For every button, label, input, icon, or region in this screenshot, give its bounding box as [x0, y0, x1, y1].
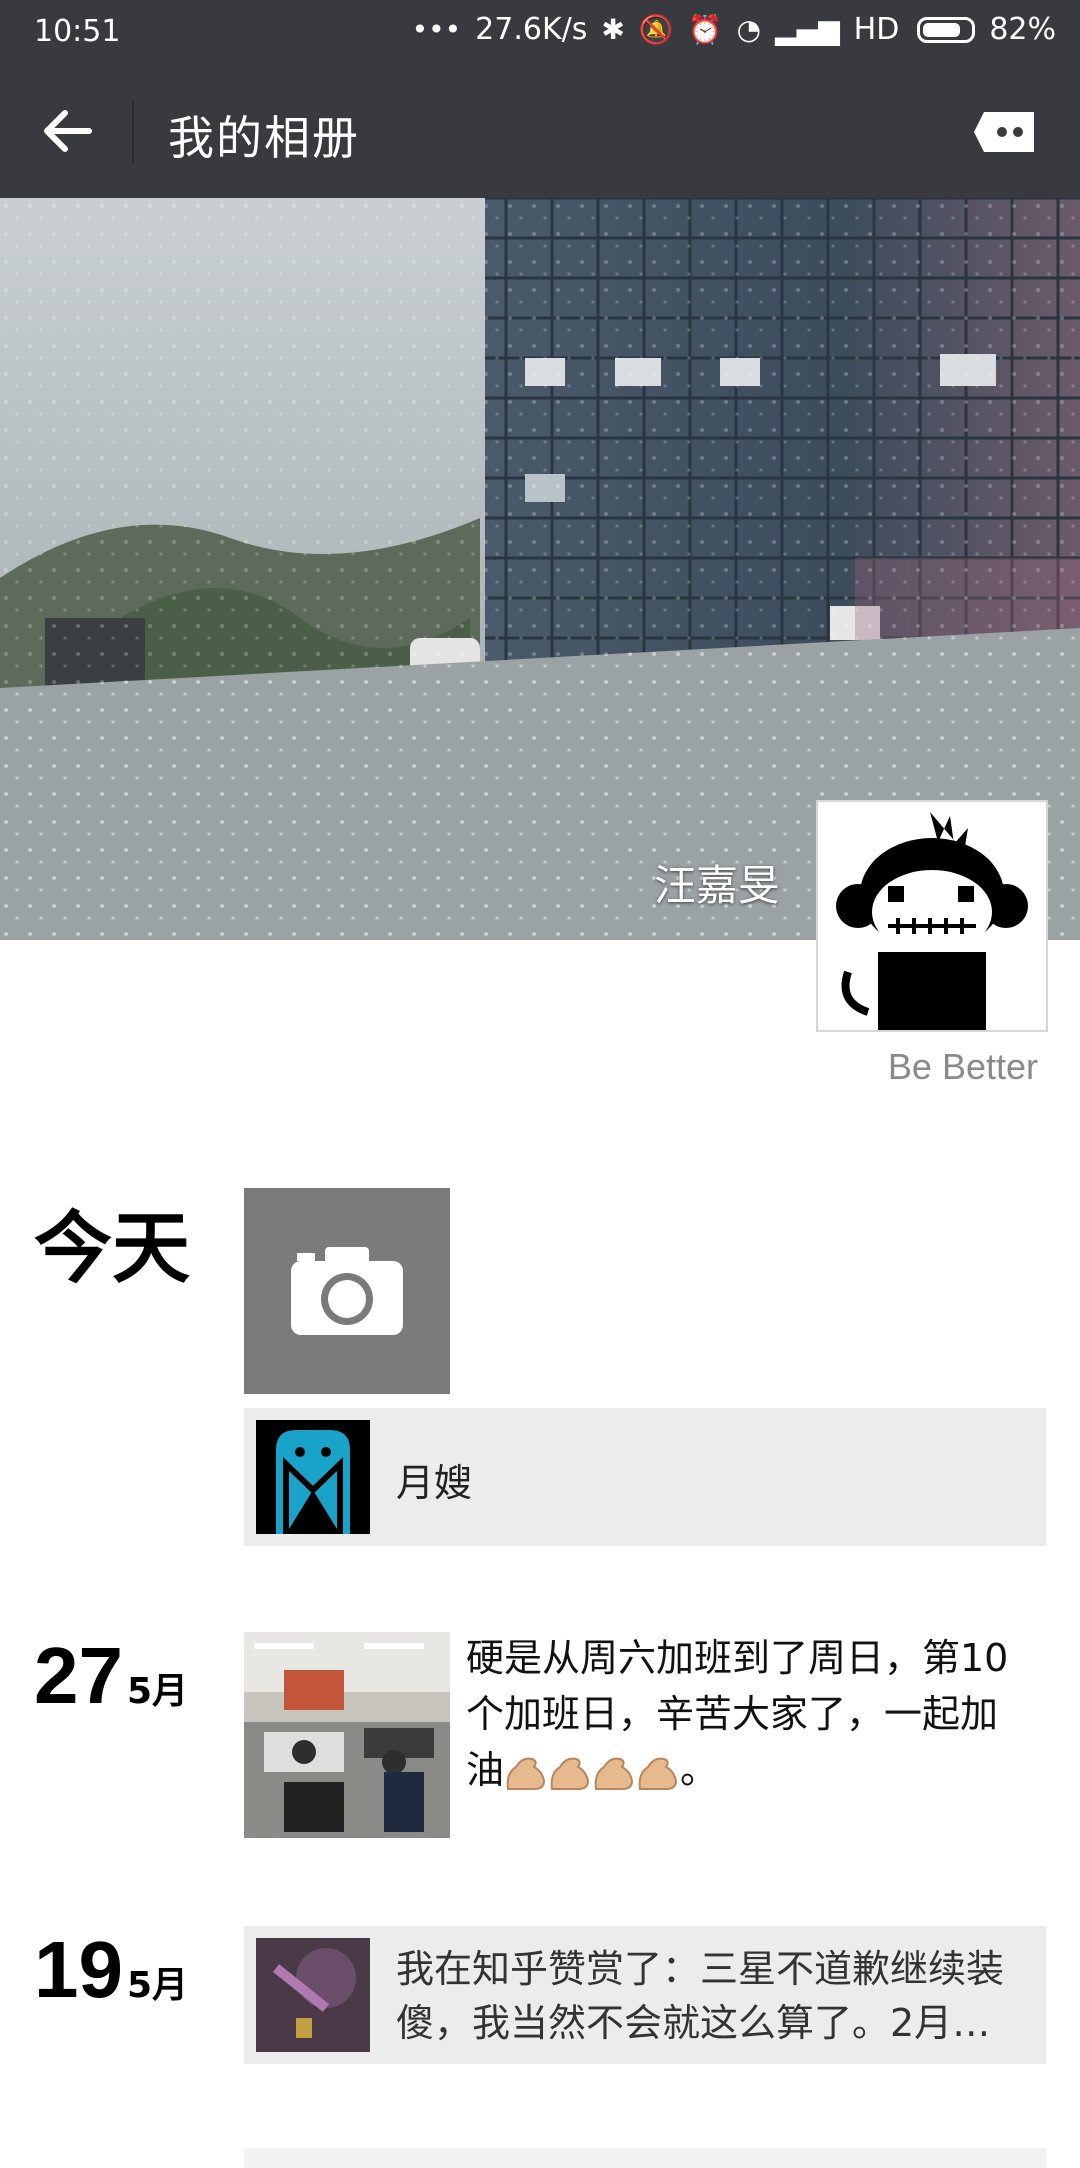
monkey-avatar-icon: [836, 812, 1028, 1030]
battery-level: 82%: [989, 12, 1056, 47]
status-bar: 10:51 ••• 27.6K/s ✱ 🔕 ⏰ ◔ ▂▄▆ HD 82%: [0, 0, 1080, 64]
mute-icon: 🔕: [638, 12, 674, 46]
page-title: 我的相册: [168, 111, 360, 165]
link-thumbnail: [256, 1938, 370, 2052]
date-today-label: 今天: [34, 1204, 191, 1294]
message-button[interactable]: [970, 104, 1040, 160]
flexed-biceps-icon: [550, 1757, 590, 1790]
camera-icon: [291, 1247, 403, 1335]
profile-signature: Be Better: [887, 1046, 1038, 1087]
post-text-end: 。: [680, 1748, 719, 1792]
date-day: 27: [34, 1631, 123, 1720]
arrow-left-icon: [44, 110, 92, 152]
date-may-27: 27 5月: [34, 1630, 188, 1722]
alarm-icon: ⏰: [687, 12, 723, 46]
post-text[interactable]: 硬是从周六加班到了周日，第10个加班日，辛苦大家了，一起加油。: [466, 1630, 1026, 1798]
dots-icon: •••: [411, 12, 462, 46]
flexed-biceps-icon: [638, 1757, 678, 1790]
post-photo-office[interactable]: [244, 1632, 450, 1838]
date-day: 19: [34, 1925, 123, 2014]
status-icons: ••• 27.6K/s ✱ 🔕 ⏰ ◔ ▂▄▆ HD 82%: [412, 12, 1056, 47]
chat-bubble-icon: [974, 112, 1034, 152]
date-month: 5月: [126, 1671, 189, 1712]
avatar[interactable]: [816, 800, 1048, 1032]
profile-name: 汪嘉旻: [653, 861, 780, 910]
network-type: HD: [853, 12, 900, 47]
share-item-yuesao[interactable]: 月嫂: [244, 1408, 1046, 1546]
wifi-icon: ◔: [736, 12, 762, 46]
header-divider: [132, 100, 134, 164]
battery-icon: [917, 16, 976, 43]
bluetooth-icon: ✱: [601, 12, 625, 46]
network-speed: 27.6K/s: [475, 12, 588, 47]
app-bar: 我的相册: [0, 64, 1080, 198]
date-may-19: 19 5月: [34, 1924, 188, 2016]
signal-icon: ▂▄▆: [775, 12, 840, 46]
back-button[interactable]: [28, 98, 106, 164]
share-thumbnail-icon: [256, 1420, 370, 1534]
next-item-peek: [244, 2148, 1046, 2168]
status-time: 10:51: [34, 14, 121, 49]
link-title: 我在知乎赞赏了：三星不道歉继续装傻，我当然不会就这么算了。2月26...: [396, 1947, 1005, 2045]
flexed-biceps-icon: [506, 1757, 546, 1790]
shared-link-item[interactable]: 我在知乎赞赏了：三星不道歉继续装傻，我当然不会就这么算了。2月26...: [244, 1926, 1046, 2064]
flexed-biceps-icon: [594, 1757, 634, 1790]
add-photo-button[interactable]: [244, 1188, 450, 1394]
date-month: 5月: [126, 1965, 189, 2006]
share-title: 月嫂: [396, 1461, 473, 1505]
